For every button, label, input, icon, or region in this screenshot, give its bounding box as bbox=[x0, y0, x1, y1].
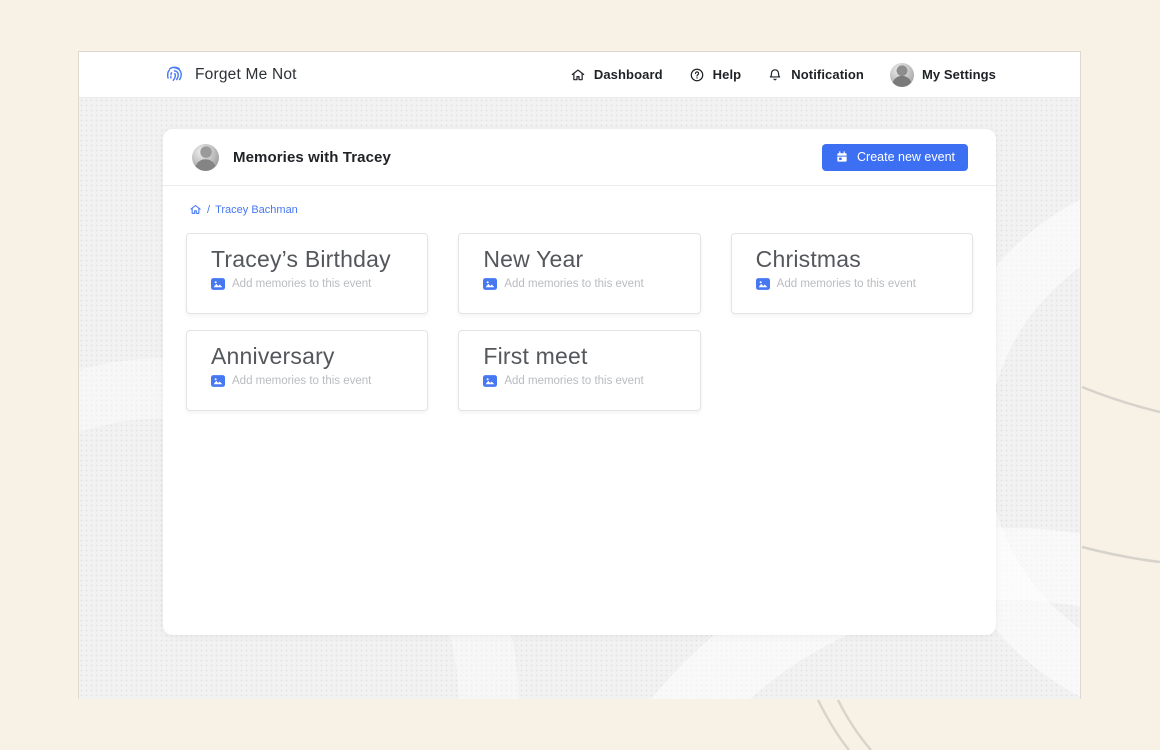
brand-name: Forget Me Not bbox=[195, 66, 297, 84]
event-title: Christmas bbox=[756, 246, 956, 273]
photo-icon bbox=[483, 278, 497, 290]
nav-menu: Dashboard Help bbox=[570, 63, 996, 87]
fingerprint-logo-icon bbox=[163, 63, 186, 86]
event-subtitle: Add memories to this event bbox=[504, 375, 643, 387]
photo-icon bbox=[211, 375, 225, 387]
app-window: Forget Me Not Dashboard bbox=[78, 51, 1081, 699]
nav-item-my-settings[interactable]: My Settings bbox=[890, 63, 996, 87]
event-title: First meet bbox=[483, 343, 683, 370]
help-icon bbox=[689, 67, 705, 83]
page-title: Memories with Tracey bbox=[233, 149, 391, 166]
event-card-anniversary[interactable]: Anniversary Add memories to this event bbox=[186, 330, 428, 411]
breadcrumb-home-icon[interactable] bbox=[189, 203, 202, 216]
panel-body: / Tracey Bachman Tracey’s Birthday Add m… bbox=[163, 186, 996, 411]
breadcrumb-separator: / bbox=[207, 204, 210, 216]
content-area: Memories with Tracey Create new event bbox=[79, 98, 1080, 699]
user-avatar bbox=[890, 63, 914, 87]
event-title: New Year bbox=[483, 246, 683, 273]
photo-icon bbox=[211, 278, 225, 290]
photo-icon bbox=[483, 375, 497, 387]
breadcrumb-current-tracey-bachman[interactable]: Tracey Bachman bbox=[215, 204, 298, 216]
events-grid: Tracey’s Birthday Add memories to this e… bbox=[186, 233, 973, 411]
event-card-traceys-birthday[interactable]: Tracey’s Birthday Add memories to this e… bbox=[186, 233, 428, 314]
nav-item-dashboard[interactable]: Dashboard bbox=[570, 67, 663, 83]
calendar-icon bbox=[835, 150, 849, 164]
photo-icon bbox=[756, 278, 770, 290]
nav-item-notification[interactable]: Notification bbox=[767, 67, 864, 83]
event-subtitle: Add memories to this event bbox=[232, 375, 371, 387]
nav-item-help[interactable]: Help bbox=[689, 67, 742, 83]
panel-header: Memories with Tracey Create new event bbox=[163, 129, 996, 186]
event-title: Tracey’s Birthday bbox=[211, 246, 411, 273]
desktop-background: Forget Me Not Dashboard bbox=[0, 0, 1160, 750]
event-subtitle: Add memories to this event bbox=[504, 278, 643, 290]
event-subtitle: Add memories to this event bbox=[232, 278, 371, 290]
event-card-new-year[interactable]: New Year Add memories to this event bbox=[458, 233, 700, 314]
event-title: Anniversary bbox=[211, 343, 411, 370]
top-navbar: Forget Me Not Dashboard bbox=[79, 52, 1080, 98]
bell-icon bbox=[767, 67, 783, 83]
tracey-avatar bbox=[192, 144, 219, 171]
memories-panel: Memories with Tracey Create new event bbox=[163, 129, 996, 635]
event-subtitle: Add memories to this event bbox=[777, 278, 916, 290]
event-card-christmas[interactable]: Christmas Add memories to this event bbox=[731, 233, 973, 314]
event-card-first-meet[interactable]: First meet Add memories to this event bbox=[458, 330, 700, 411]
create-new-event-button[interactable]: Create new event bbox=[822, 144, 968, 171]
home-icon bbox=[570, 67, 586, 83]
brand[interactable]: Forget Me Not bbox=[163, 63, 297, 86]
breadcrumb: / Tracey Bachman bbox=[189, 203, 973, 216]
